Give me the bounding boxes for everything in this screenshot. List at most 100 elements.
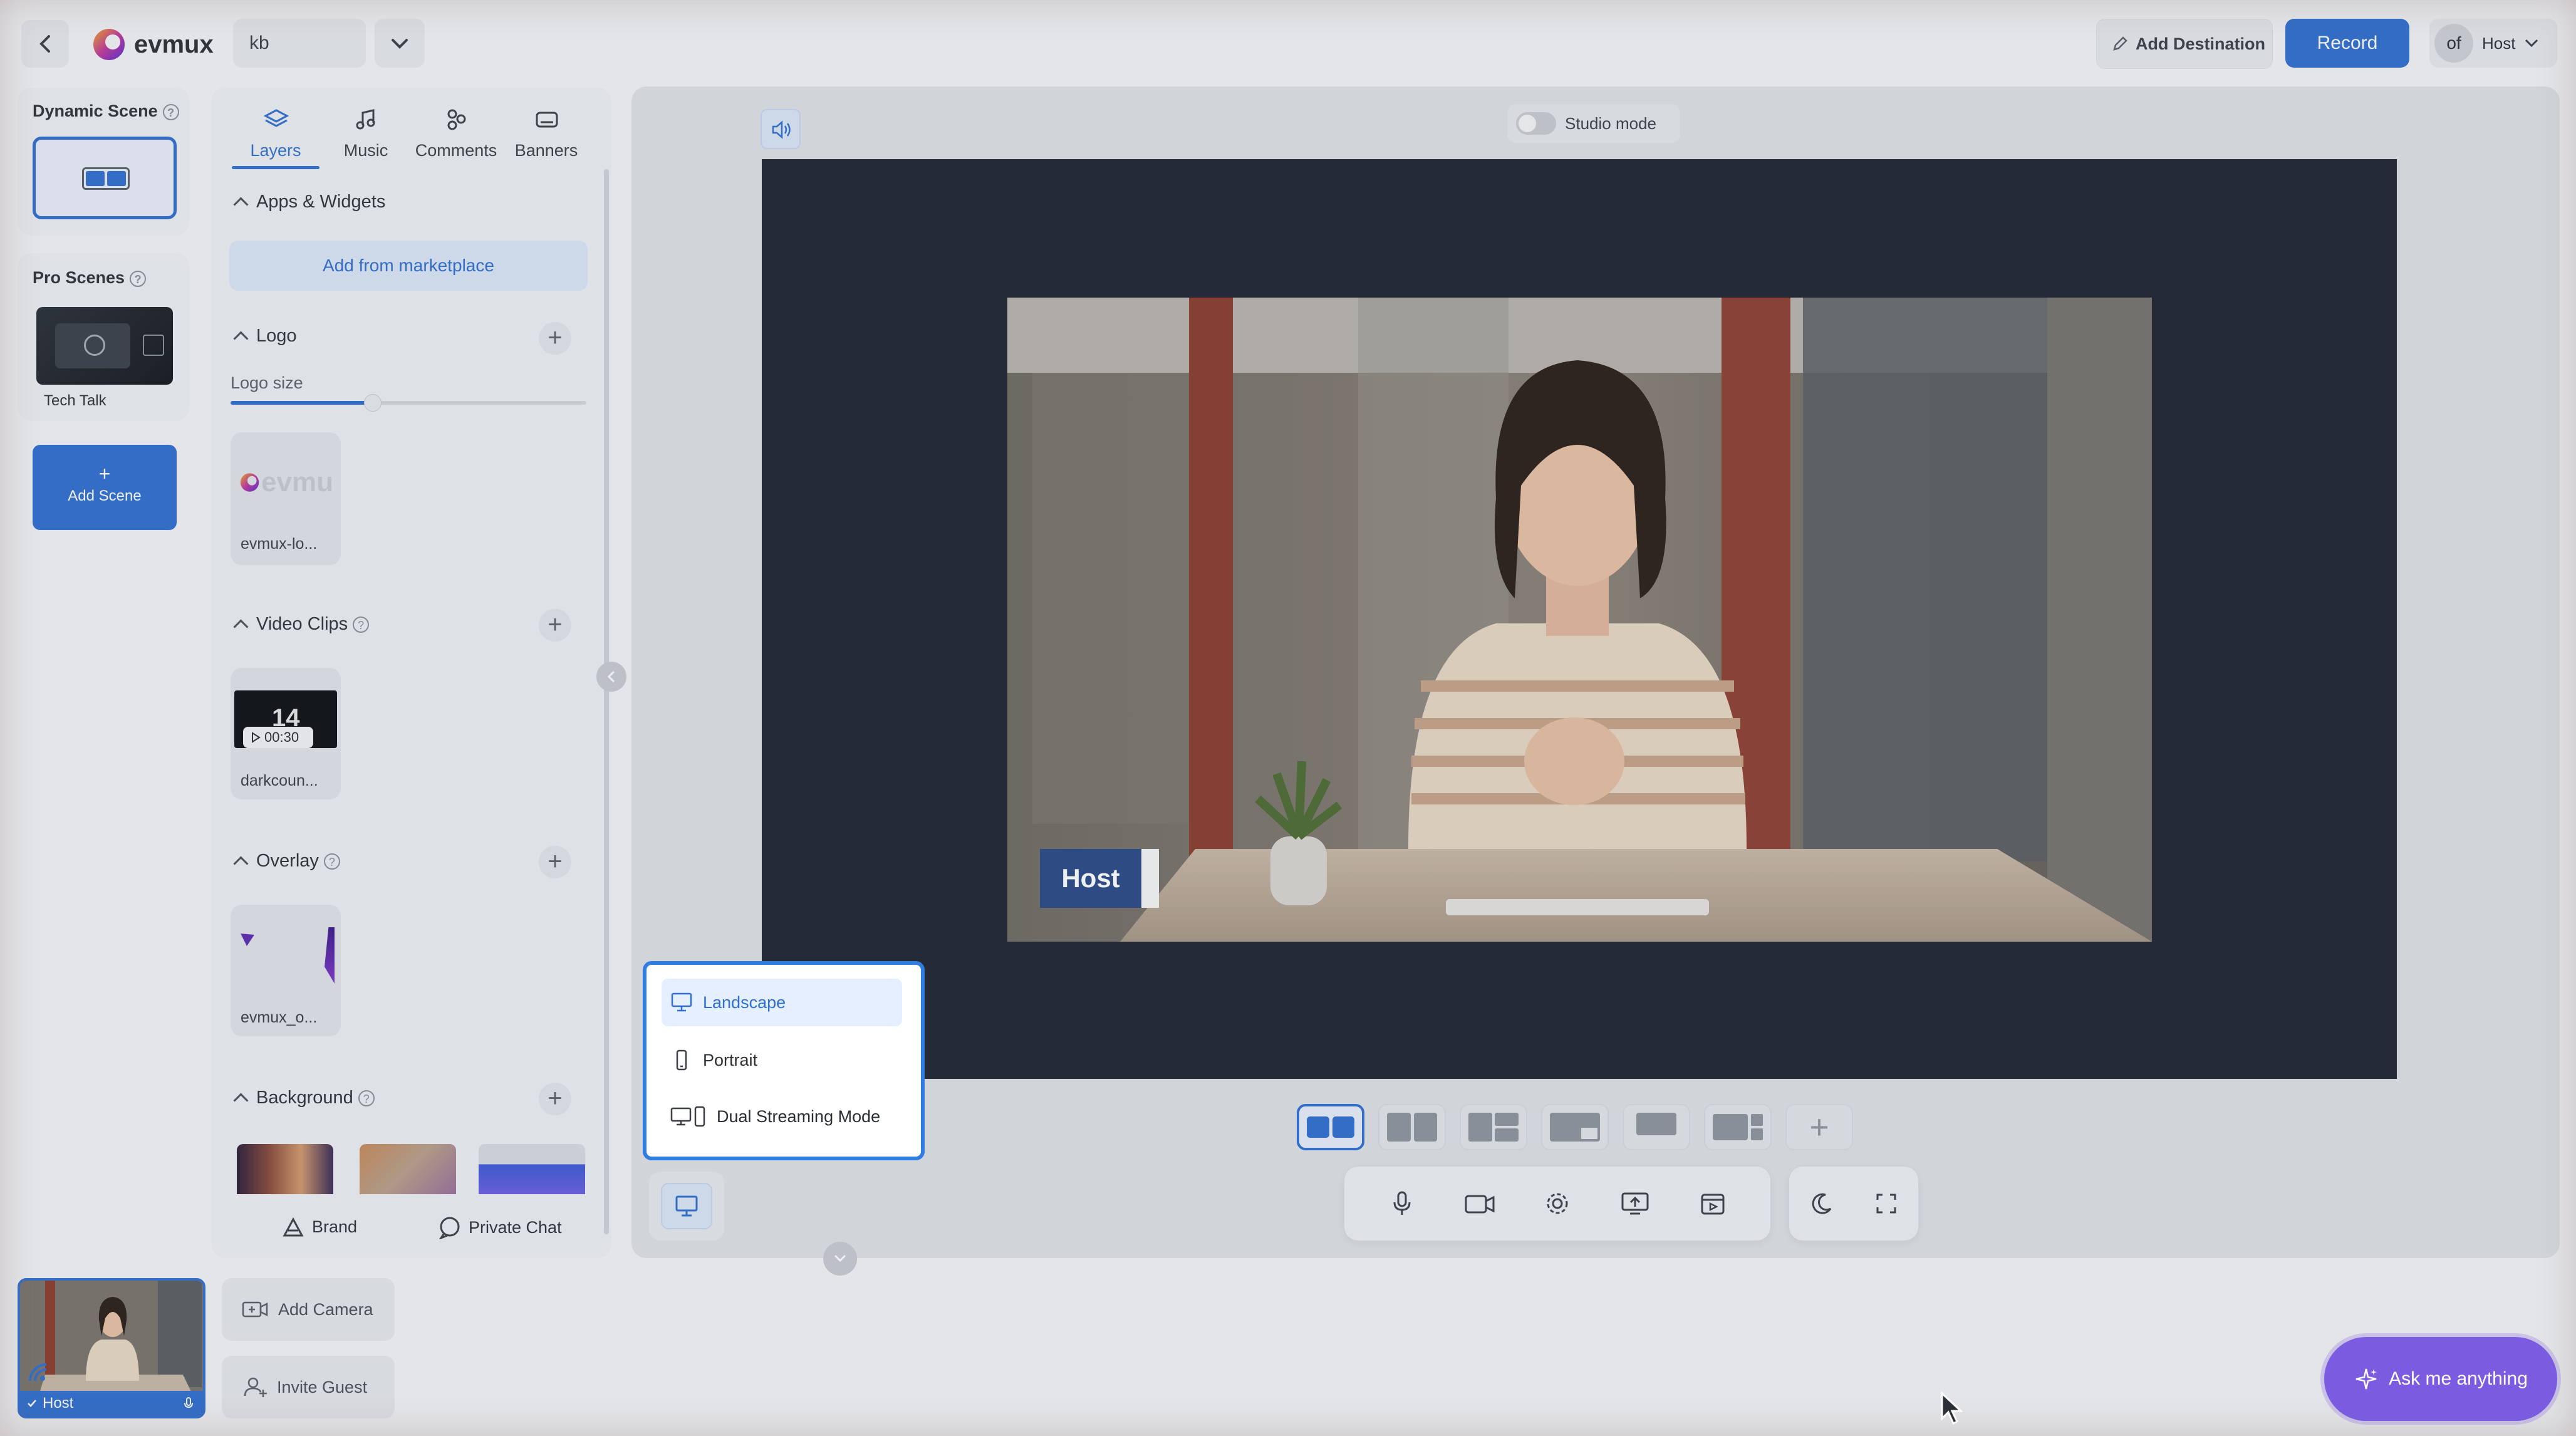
add-scene-label: Add Scene <box>68 487 142 504</box>
video-clip-thumbnail: 14 00:30 <box>234 690 337 748</box>
layout-grid-button[interactable] <box>1460 1104 1527 1150</box>
chevron-up-icon <box>233 619 249 635</box>
clip-duration: 00:30 <box>264 729 299 745</box>
orientation-option-landscape[interactable]: Landscape <box>662 979 902 1026</box>
add-background-button[interactable]: + <box>539 1083 571 1115</box>
record-button[interactable]: Record <box>2285 19 2409 68</box>
add-camera-button[interactable]: Add Camera <box>222 1278 395 1341</box>
self-view-tile[interactable]: Host <box>18 1278 205 1418</box>
brand-label: Brand <box>312 1217 358 1236</box>
add-camera-icon <box>242 1301 268 1318</box>
layout-two-equal-button[interactable] <box>1297 1104 1364 1150</box>
logo-size-slider[interactable] <box>231 394 586 412</box>
brand-button[interactable]: Brand <box>281 1215 357 1238</box>
orientation-menu: Landscape Portrait Dual Streaming Mode <box>643 961 925 1160</box>
back-button[interactable] <box>21 20 69 68</box>
media-library-button[interactable] <box>1688 1178 1738 1229</box>
layers-icon <box>263 109 289 127</box>
private-chat-button[interactable]: Private Chat <box>437 1215 562 1239</box>
apps-widgets-header[interactable]: Apps & Widgets <box>229 192 385 212</box>
plus-icon: + <box>98 462 111 485</box>
music-icon <box>356 109 375 130</box>
add-destination-button[interactable]: Add Destination <box>2096 19 2273 69</box>
layout-sidebar-button[interactable] <box>1704 1104 1772 1150</box>
app-root: evmux kb Add Destination Record of Host … <box>0 0 2576 1436</box>
video-clips-header[interactable]: Video Clips? <box>229 614 370 635</box>
logo-size-label: Logo size <box>231 373 303 392</box>
orientation-option-dual-streaming[interactable]: Dual Streaming Mode <box>662 1093 902 1140</box>
video-clip-card[interactable]: 14 00:30 darkcoun... <box>231 668 341 799</box>
ask-me-anything-button[interactable]: Ask me anything <box>2324 1337 2557 1421</box>
overlay-card[interactable]: evmux_o... <box>231 905 341 1036</box>
orientation-option-portrait[interactable]: Portrait <box>662 1036 902 1084</box>
stage-collapse-button[interactable] <box>823 1242 857 1276</box>
toggle-switch[interactable] <box>1516 112 1556 135</box>
pro-scene-card[interactable] <box>36 307 173 385</box>
layout-split-button[interactable] <box>1378 1104 1446 1150</box>
banners-icon <box>536 112 558 128</box>
add-scene-button[interactable]: + Add Scene <box>33 445 177 530</box>
tab-layers[interactable]: Layers <box>232 100 319 169</box>
dynamic-scene-title: Dynamic Scene? <box>33 101 179 121</box>
project-select[interactable]: kb <box>233 19 366 68</box>
overlay-thumbnail <box>234 924 337 986</box>
camera-button[interactable] <box>1455 1178 1505 1229</box>
logo-size-slider-thumb[interactable] <box>364 394 382 412</box>
user-menu[interactable]: of Host <box>2429 19 2557 68</box>
help-icon[interactable]: ? <box>130 271 147 287</box>
help-icon[interactable]: ? <box>162 104 179 120</box>
panel-scrollbar[interactable] <box>604 169 609 1234</box>
brand-name: evmux <box>134 30 214 58</box>
media-library-icon <box>1701 1194 1725 1215</box>
project-dropdown-button[interactable] <box>375 19 425 68</box>
camera-icon <box>1465 1195 1495 1214</box>
microphone-icon <box>1393 1191 1411 1215</box>
background-thumb-3[interactable] <box>479 1144 585 1194</box>
invite-guest-button[interactable]: Invite Guest <box>222 1356 395 1418</box>
add-logo-button[interactable]: + <box>539 322 571 355</box>
add-video-clip-button[interactable]: + <box>539 609 571 642</box>
background-header[interactable]: Background? <box>229 1088 375 1108</box>
logo-header[interactable]: Logo <box>229 326 297 346</box>
help-icon[interactable]: ? <box>358 1090 375 1106</box>
self-view-label-bar: Host <box>20 1391 203 1416</box>
studio-mode-toggle[interactable]: Studio mode <box>1507 104 1680 143</box>
tab-comments[interactable]: Comments <box>412 100 500 169</box>
chevron-left-icon <box>39 35 50 53</box>
evmux-logo-icon <box>93 29 125 60</box>
avatar-text: of <box>2446 33 2461 53</box>
check-icon <box>28 1400 36 1407</box>
dark-mode-button[interactable] <box>1797 1178 1847 1229</box>
logo-thumb-card[interactable]: evmu evmux-lo... <box>231 432 341 565</box>
help-icon[interactable]: ? <box>323 853 340 870</box>
orientation-button[interactable] <box>649 1172 724 1241</box>
layout-pip-button[interactable] <box>1541 1104 1609 1150</box>
help-icon[interactable]: ? <box>353 616 370 633</box>
add-from-marketplace-button[interactable]: Add from marketplace <box>229 241 588 291</box>
audio-toggle-button[interactable] <box>761 109 801 149</box>
layout-add-button[interactable]: + <box>1785 1104 1853 1150</box>
background-thumb-1[interactable] <box>237 1144 333 1194</box>
fullscreen-button[interactable] <box>1861 1178 1911 1229</box>
add-destination-label: Add Destination <box>2136 34 2265 53</box>
background-title: Background <box>256 1088 353 1108</box>
microphone-icon[interactable] <box>183 1397 194 1410</box>
tab-music[interactable]: Music <box>322 100 410 169</box>
pro-scenes-title-text: Pro Scenes <box>33 268 125 287</box>
settings-button[interactable] <box>1532 1178 1582 1229</box>
panel-collapse-button[interactable] <box>596 662 626 692</box>
tab-banners[interactable]: Banners <box>502 100 590 169</box>
screen-share-button[interactable] <box>1610 1178 1660 1229</box>
host-video-feed[interactable]: Host <box>1007 298 2152 942</box>
dynamic-scene-thumb[interactable] <box>33 137 177 219</box>
overlay-header[interactable]: Overlay? <box>229 851 340 871</box>
layout-single-button[interactable] <box>1623 1104 1690 1150</box>
invite-guest-label: Invite Guest <box>277 1377 368 1397</box>
invite-guest-icon <box>244 1377 267 1397</box>
self-view-label: Host <box>43 1395 74 1412</box>
orientation-option-label: Dual Streaming Mode <box>717 1106 881 1126</box>
microphone-button[interactable] <box>1377 1178 1427 1229</box>
plus-icon: + <box>1809 1108 1829 1146</box>
add-overlay-button[interactable]: + <box>539 846 571 878</box>
background-thumb-2[interactable] <box>360 1144 456 1194</box>
